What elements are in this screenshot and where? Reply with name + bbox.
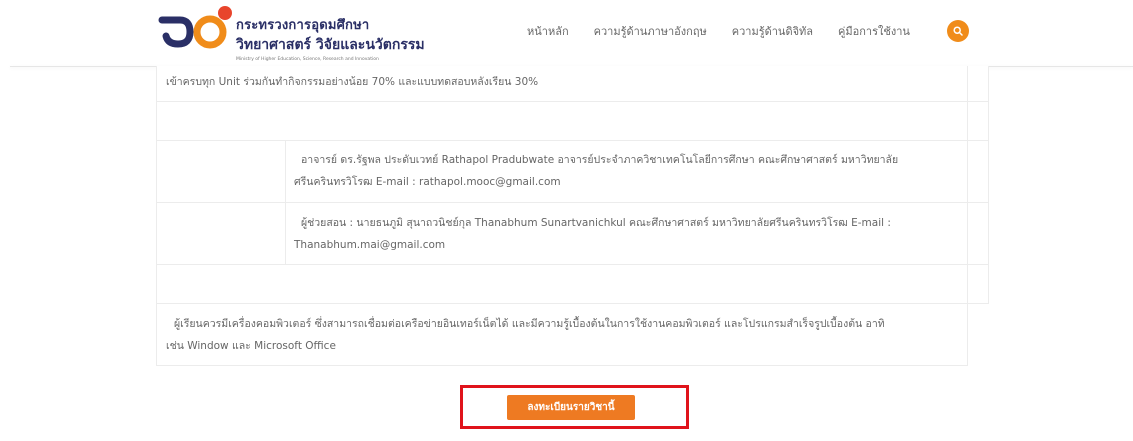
register-course-button[interactable]: ลงทะเบียนรายวิชานี้: [507, 395, 635, 420]
instructor-line-2: ศรีนครินทรวิโรฒ E-mail : rathapol.mooc@g…: [294, 176, 561, 188]
prerequisite-line-2: เช่น Window และ Microsoft Office: [166, 340, 336, 352]
empty-row-1: [156, 101, 968, 141]
site-header: กระทรวงการอุดมศึกษา วิทยาศาสตร์ วิจัยและ…: [0, 0, 1133, 66]
instructor-cell: อาจารย์ ดร.รัฐพล ประดับเวทย์ Rathapol Pr…: [285, 140, 968, 203]
prerequisite-line-1: ผู้เรียนควรมีเครื่องคอมพิวเตอร์ ซึ่งสามา…: [174, 318, 885, 330]
logo-text: กระทรวงการอุดมศึกษา วิทยาศาสตร์ วิจัยและ…: [236, 14, 425, 62]
nav-item-manual[interactable]: คู่มือการใช้งาน: [838, 22, 910, 40]
assistant-line-2: Thanabhum.mai@gmail.com: [294, 239, 446, 251]
search-button[interactable]: [947, 20, 969, 42]
empty-row-2-side: [967, 264, 989, 304]
empty-row-2: [156, 264, 968, 304]
prerequisite-cell: ผู้เรียนควรมีเครื่องคอมพิวเตอร์ ซึ่งสามา…: [156, 303, 968, 366]
criteria-side-cell: [967, 66, 989, 102]
assistant-line-1: ผู้ช่วยสอน : นายธนภูมิ สุนาถวนิชย์กุล Th…: [301, 217, 891, 229]
logo-line-2: วิทยาศาสตร์ วิจัยและนวัตกรรม: [236, 37, 425, 53]
main-nav: หน้าหลัก ความรู้ด้านภาษาอังกฤษ ความรู้ด้…: [527, 22, 935, 40]
ministry-logo[interactable]: กระทรวงการอุดมศึกษา วิทยาศาสตร์ วิจัยและ…: [158, 6, 425, 62]
instructor-line-1: อาจารย์ ดร.รัฐพล ประดับเวทย์ Rathapol Pr…: [301, 154, 899, 166]
empty-row-1-side: [967, 101, 989, 141]
nav-item-digital[interactable]: ความรู้ด้านดิจิทัล: [732, 22, 813, 40]
assistant-avatar-cell: [156, 202, 286, 265]
search-icon: [953, 26, 963, 36]
nav-item-home[interactable]: หน้าหลัก: [527, 22, 569, 40]
logo-badge: [218, 6, 232, 20]
nav-item-english[interactable]: ความรู้ด้านภาษาอังกฤษ: [594, 22, 707, 40]
logo-mark-icon: [158, 15, 227, 49]
assistant-cell: ผู้ช่วยสอน : นายธนภูมิ สุนาถวนิชย์กุล Th…: [285, 202, 968, 265]
criteria-cell: เข้าครบทุก Unit ร่วมกันทำกิจกรรมอย่างน้อ…: [156, 66, 968, 102]
instructor-side-cell: [967, 140, 989, 203]
logo-line-3: Ministry of Higher Education, Science, R…: [236, 57, 379, 62]
instructor-avatar-cell: [156, 140, 286, 203]
logo-line-1: กระทรวงการอุดมศึกษา: [236, 18, 370, 33]
assistant-side-cell: [967, 202, 989, 265]
criteria-text: เข้าครบทุก Unit ร่วมกันทำกิจกรรมอย่างน้อ…: [166, 76, 539, 88]
